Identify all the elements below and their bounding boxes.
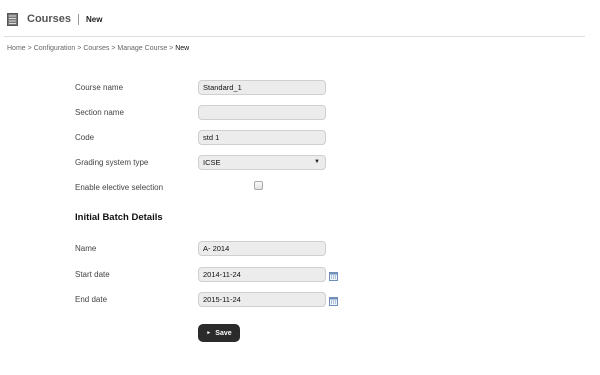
breadcrumb-manage-course[interactable]: Manage Course	[117, 45, 167, 52]
end-date-label: End date	[75, 295, 108, 304]
code-label: Code	[75, 133, 95, 142]
breadcrumb-courses[interactable]: Courses	[83, 45, 109, 52]
play-arrow-icon: ►	[206, 330, 212, 336]
batch-name-input[interactable]	[198, 241, 326, 256]
grading-system-value: ICSE	[203, 158, 221, 167]
calendar-icon[interactable]	[329, 293, 338, 306]
dropdown-arrow-icon: ▼	[314, 159, 320, 165]
elective-label: Enable elective selection	[75, 183, 164, 192]
page-subtitle: New	[86, 14, 103, 24]
save-button-label: Save	[215, 329, 232, 337]
code-input[interactable]	[198, 130, 326, 145]
title-divider	[78, 13, 80, 25]
start-date-label: Start date	[75, 270, 110, 279]
header-divider	[4, 36, 585, 37]
breadcrumb-home[interactable]: Home	[7, 45, 26, 52]
grading-system-label: Grading system type	[75, 158, 149, 167]
breadcrumb: Home > Configuration > Courses > Manage …	[7, 45, 189, 52]
breadcrumb-configuration[interactable]: Configuration	[34, 45, 76, 52]
section-name-label: Section name	[75, 108, 124, 117]
page-title: Courses	[27, 13, 72, 25]
section-name-input[interactable]	[198, 105, 326, 120]
course-name-label: Course name	[75, 83, 124, 92]
breadcrumb-current: New	[175, 45, 190, 52]
start-date-input[interactable]	[198, 267, 326, 282]
document-list-icon	[7, 12, 18, 26]
save-button[interactable]: ► Save	[198, 324, 240, 342]
elective-checkbox[interactable]	[254, 181, 263, 190]
batch-section-heading: Initial Batch Details	[75, 212, 163, 223]
course-name-input[interactable]	[198, 80, 326, 95]
batch-name-label: Name	[75, 244, 97, 253]
grading-system-select[interactable]: ICSE ▼	[198, 155, 326, 170]
page-header: Courses New	[7, 10, 102, 28]
end-date-input[interactable]	[198, 292, 326, 307]
calendar-icon[interactable]	[329, 268, 338, 281]
